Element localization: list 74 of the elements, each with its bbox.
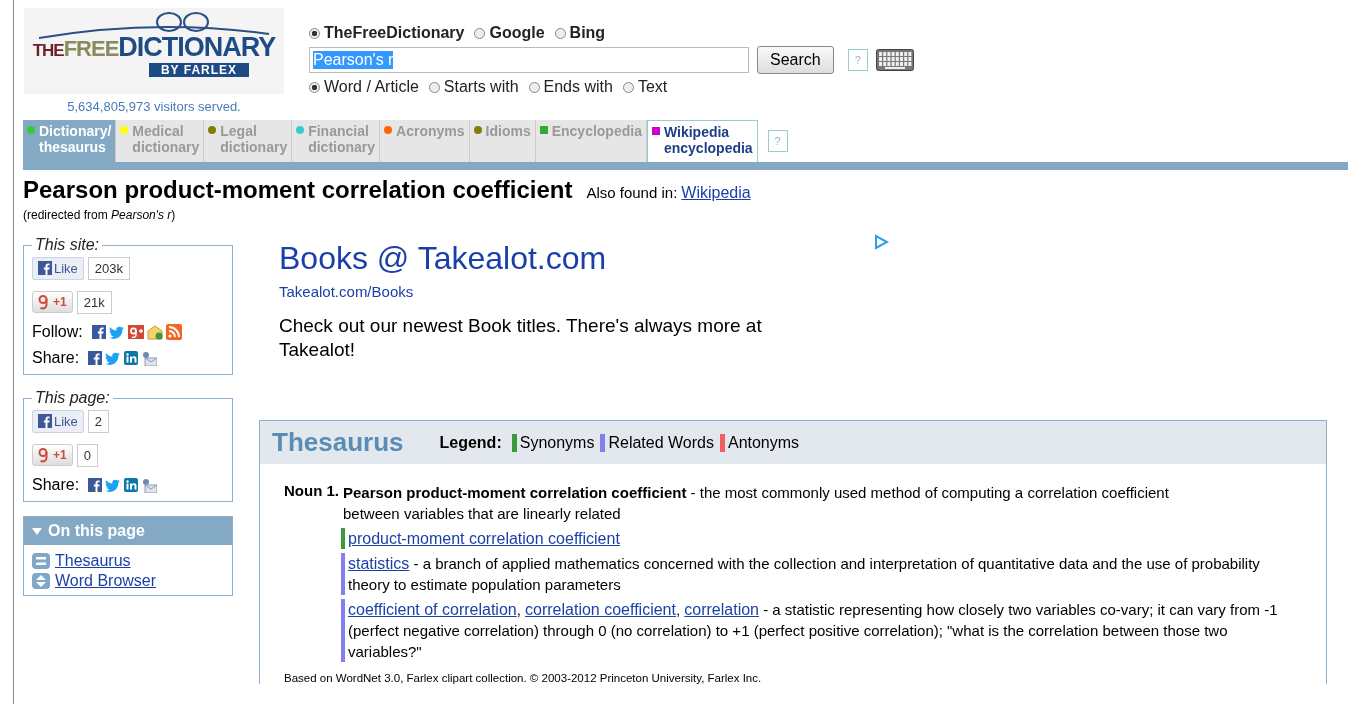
triangle-down-icon [32,527,42,535]
section-link[interactable]: Word Browser [55,571,157,591]
like-button[interactable]: Like [32,409,84,433]
plus-one-button[interactable]: +1 [32,291,73,313]
radio-option[interactable]: Text [622,78,668,96]
section-title: Thesaurus [272,427,404,458]
plus-one-button[interactable]: +1 [32,444,73,466]
like-count: 203k [87,256,131,280]
logo-text: THE [32,41,64,60]
radio-option[interactable]: Ends with [528,78,613,96]
word-link[interactable]: statistics [348,555,410,572]
logo-byline: BY FARLEX [148,63,250,77]
word-link[interactable]: coefficient of correlation [348,601,517,618]
search-button[interactable]: Search [757,46,834,74]
section-link[interactable]: Thesaurus [55,551,131,571]
word-group: statistics - a branch of applied mathematics concerned with the collection and interpretation of quantitative data and the use of probability theory to estimate population parameters [341,553,1293,595]
radio-option[interactable]: TheFreeDictionary [309,24,465,42]
google-g-icon [38,294,48,310]
panel-title: This page: [34,389,111,407]
radio-option[interactable]: Word / Article [309,78,419,96]
page-title: Pearson product-moment correlation coefficient [23,176,573,204]
sense-number: Noun 1. [284,482,339,501]
linkedin-icon[interactable] [124,478,139,492]
linkedin-icon[interactable] [124,351,139,365]
definition-text: Pearson product-moment correlation coefficient - the most commonly used method of computing a correlation coefficient between variables that are linearly related [343,483,1170,524]
visitor-count: 5,634,805,973 visitors served. [67,99,241,114]
word-link[interactable]: correlation [684,601,759,618]
radio-option[interactable]: Bing [554,24,606,42]
plus-count: 21k [76,290,112,314]
legend-label: Legend: [439,433,502,452]
ad-text: Check out our newest Book titles. There's always more at Takealot! [279,314,763,362]
facebook-icon[interactable] [88,478,103,492]
google-plus-icon[interactable] [127,325,144,339]
ad-url-link[interactable]: Takealot.com/Books [279,283,414,300]
twitter-icon[interactable] [105,478,122,492]
row-label: Follow: [32,322,83,342]
twitter-icon[interactable] [108,325,125,339]
person-mail-icon[interactable] [141,350,158,366]
legend-item: Synonyms [511,433,595,452]
legend-item: Antonyms [719,433,800,452]
panel-title: On this page [48,522,145,540]
radio-option[interactable]: Google [474,24,545,42]
logo-text: FREE [63,36,119,61]
wikipedia-link[interactable]: Wikipedia [681,184,751,202]
site-logo[interactable]: THEFREEDICTIONARY BY FARLEX [24,8,284,94]
logo-text: DICTIONARY [118,32,276,62]
nav-tab[interactable]: Wikipedia encyclopedia [646,120,758,162]
twitter-icon[interactable] [105,351,122,365]
radio-option[interactable]: Starts with [428,78,519,96]
word-link[interactable]: correlation coefficient [525,601,676,618]
ad-title-link[interactable]: Books @ Takealot.com [279,240,607,277]
up-down-icon [32,573,50,589]
google-g-icon [38,447,48,463]
keyboard-icon[interactable] [875,49,914,71]
rss-icon[interactable] [165,324,182,340]
facebook-icon[interactable] [91,325,106,339]
redirect-note: (redirected from Pearson's r) [23,208,177,222]
row-label: Share: [32,475,80,495]
word-group: coefficient of correlation, correlation coefficient, correlation - a statistic representing how closely two variables co-vary; it can vary from -1 (perfect negative correlation) through 0 (no correlation) to +1 (perfect positive correlation); "what is the correlation between those two variables?" [341,599,1293,662]
legend-item: Related Words [600,433,714,452]
like-count: 2 [87,409,110,433]
list-icon [32,553,50,569]
word-link[interactable]: product-moment correlation coefficient [348,530,620,547]
plus-count: 0 [76,443,98,467]
facebook-icon[interactable] [88,351,103,365]
like-button[interactable]: Like [32,256,84,280]
facebook-icon [38,414,52,428]
row-label: Share: [32,348,80,368]
credit-text: Based on WordNet 3.0, Farlex clipart collection. © 2003-2012 Princeton University, Farlex Inc. [284,672,763,684]
ad-choices-icon[interactable] [873,234,889,250]
panel-title: This site: [34,236,100,254]
facebook-icon [38,261,52,275]
person-mail-icon[interactable] [141,477,158,493]
also-found-label: Also found in: [586,184,678,201]
